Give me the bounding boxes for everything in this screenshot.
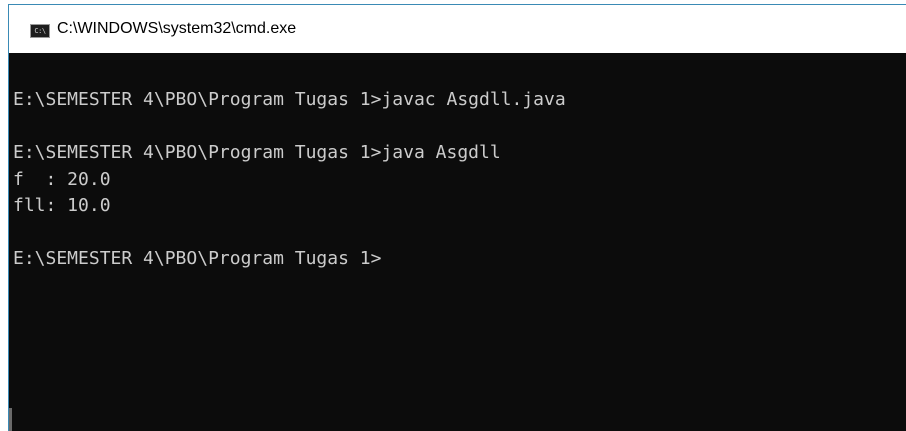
cmd-icon-label: C:\ (34, 26, 46, 35)
window-title: C:\WINDOWS\system32\cmd.exe (57, 20, 297, 37)
console-line: f : 20.0 (13, 168, 111, 190)
cmd-window: C:\ C:\WINDOWS\system32\cmd.exe E:\SEMES… (8, 4, 906, 431)
console-line: fll: 10.0 (13, 195, 111, 216)
console-line: E:\SEMESTER 4\PBO\Program Tugas 1>java A… (13, 142, 501, 163)
cmd-icon[interactable]: C:\ (30, 24, 50, 38)
console-prompt[interactable]: E:\SEMESTER 4\PBO\Program Tugas 1> (13, 246, 906, 273)
console-output[interactable]: E:\SEMESTER 4\PBO\Program Tugas 1>javac … (9, 53, 906, 431)
title-bar[interactable]: C:\ C:\WINDOWS\system32\cmd.exe (9, 5, 906, 53)
console-line: E:\SEMESTER 4\PBO\Program Tugas 1>javac … (13, 89, 566, 110)
scroll-indicator (9, 408, 12, 431)
